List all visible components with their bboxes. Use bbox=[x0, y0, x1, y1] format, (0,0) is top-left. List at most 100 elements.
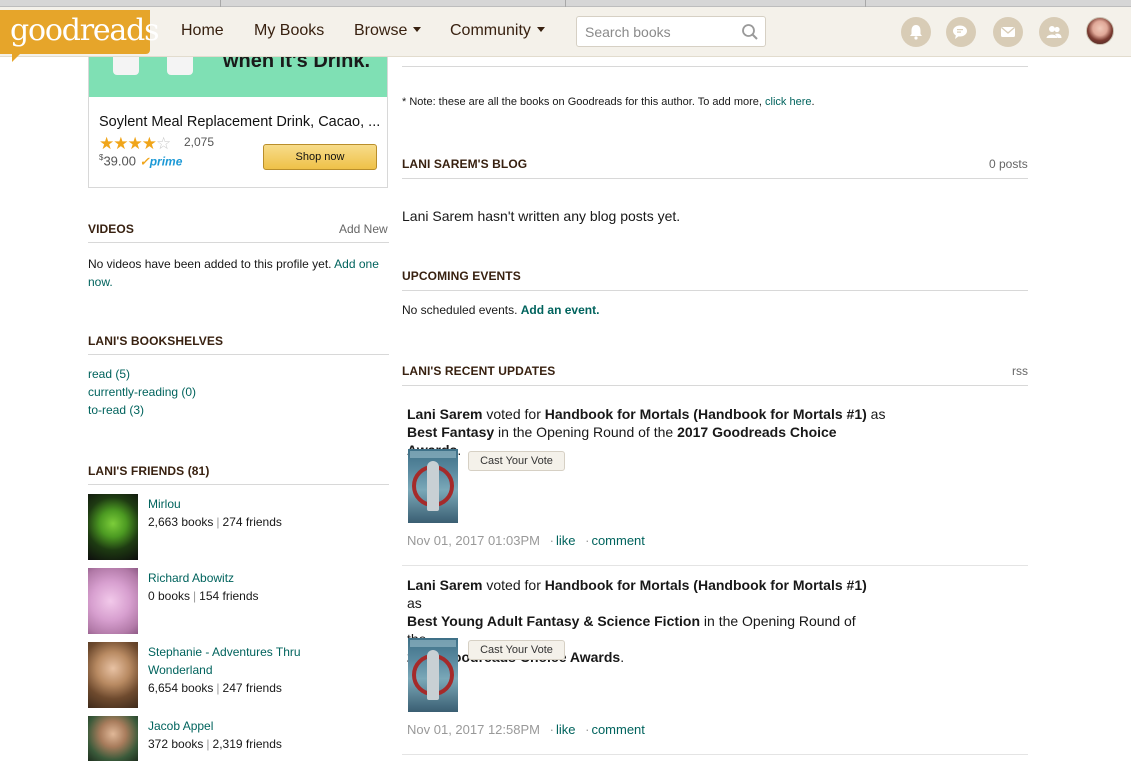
update-book-link[interactable]: Handbook for Mortals (Handbook for Morta… bbox=[545, 406, 867, 422]
ad-tagline: when it's Drink. bbox=[223, 57, 371, 72]
product-bottle bbox=[113, 57, 139, 75]
update-verb: voted for bbox=[482, 577, 545, 593]
update-timestamp[interactable]: Nov 01, 2017 01:03PM bbox=[407, 533, 540, 548]
add-event-link[interactable]: Add an event. bbox=[521, 303, 600, 317]
friend-name-link[interactable]: Mirlou bbox=[148, 495, 181, 513]
friend-name-line: Stephanie - Adventures Thru bbox=[148, 645, 301, 659]
book-cover[interactable] bbox=[408, 638, 458, 712]
chevron-down-icon bbox=[536, 27, 545, 32]
tab-divider bbox=[220, 0, 221, 7]
friend-avatar[interactable] bbox=[88, 568, 138, 634]
like-link[interactable]: like bbox=[556, 722, 576, 737]
shop-now-button[interactable]: Shop now bbox=[263, 144, 377, 170]
tab-divider bbox=[865, 0, 866, 7]
videos-heading: VIDEOS bbox=[88, 222, 134, 236]
friend-books-count: 2,663 books bbox=[148, 515, 214, 529]
friend-avatar[interactable] bbox=[88, 494, 138, 560]
update-category-link[interactable]: Best Young Adult Fantasy & Science Ficti… bbox=[407, 613, 700, 629]
empty-star: ☆ bbox=[155, 134, 171, 153]
nav-my-books-label: My Books bbox=[254, 22, 325, 39]
update-text: . bbox=[620, 649, 625, 665]
note-text: * Note: these are all the books on Goodr… bbox=[402, 96, 766, 108]
search-box bbox=[576, 16, 766, 47]
prime-badge: ✓prime bbox=[139, 154, 183, 169]
events-heading: UPCOMING EVENTS bbox=[402, 269, 521, 283]
nav-community[interactable]: Community bbox=[450, 22, 545, 40]
shelf-currently-reading-link[interactable]: currently-reading (0) bbox=[88, 385, 196, 399]
ad-rating-count: 2,075 bbox=[184, 135, 215, 149]
friend-books-count: 0 books bbox=[148, 589, 191, 603]
friend-stats: 6,654 books | 247 friends bbox=[148, 681, 282, 695]
cast-vote-button[interactable]: Cast Your Vote bbox=[468, 640, 565, 660]
nav-browse[interactable]: Browse bbox=[354, 22, 422, 40]
update-user-link[interactable]: Lani Sarem bbox=[407, 406, 482, 422]
tab-divider bbox=[565, 0, 566, 7]
blog-empty-text: Lani Sarem hasn't written any blog posts… bbox=[402, 208, 681, 224]
logo-tail bbox=[12, 54, 20, 62]
update-timestamp[interactable]: Nov 01, 2017 12:58PM bbox=[407, 722, 540, 737]
ad-banner-image: when it's Drink. bbox=[89, 57, 387, 97]
product-bottle bbox=[167, 57, 193, 75]
friend-name-link[interactable]: Richard Abowitz bbox=[148, 569, 234, 587]
update-meta: Nov 01, 2017 12:58PM · like · comment bbox=[407, 722, 645, 737]
section-divider bbox=[88, 242, 389, 243]
sponsored-product-ad[interactable]: when it's Drink. Soylent Meal Replacemen… bbox=[88, 57, 388, 188]
update-text: as bbox=[866, 406, 886, 422]
friend-name-link[interactable]: Stephanie - Adventures Thru Wonderland bbox=[148, 643, 301, 679]
discussions-icon[interactable] bbox=[946, 17, 976, 47]
update-book-link[interactable]: Handbook for Mortals (Handbook for Morta… bbox=[545, 577, 867, 593]
cast-vote-button[interactable]: Cast Your Vote bbox=[468, 451, 565, 471]
events-empty-message: No scheduled events. bbox=[402, 303, 518, 317]
friend-friends-count: 154 friends bbox=[199, 589, 259, 603]
friend-stats: 2,663 books | 274 friends bbox=[148, 515, 282, 529]
comment-link[interactable]: comment bbox=[591, 533, 644, 548]
profile-avatar[interactable] bbox=[1086, 17, 1114, 45]
update-text: in the Opening Round of the bbox=[494, 424, 678, 440]
friend-avatar[interactable] bbox=[88, 642, 138, 708]
friend-name-link[interactable]: Jacob Appel bbox=[148, 717, 213, 735]
comment-link[interactable]: comment bbox=[591, 722, 644, 737]
ad-rating-stars: ★★★★☆ bbox=[99, 134, 171, 154]
ad-product-title[interactable]: Soylent Meal Replacement Drink, Cacao, .… bbox=[99, 114, 380, 130]
site-header: goodreads Home My Books Browse Community bbox=[0, 7, 1131, 62]
friend-avatar[interactable] bbox=[88, 716, 138, 761]
friend-stats: 0 books | 154 friends bbox=[148, 589, 259, 603]
add-new-video-link[interactable]: Add New bbox=[339, 222, 388, 236]
section-divider bbox=[88, 354, 389, 355]
author-books-note: * Note: these are all the books on Goodr… bbox=[402, 96, 815, 108]
friend-friends-count: 2,319 friends bbox=[212, 737, 282, 751]
friends-icon[interactable] bbox=[1039, 17, 1069, 47]
blog-post-count[interactable]: 0 posts bbox=[989, 157, 1028, 171]
shelf-to-read-link[interactable]: to-read (3) bbox=[88, 403, 144, 417]
friend-friends-count: 247 friends bbox=[222, 681, 282, 695]
update-category-link[interactable]: Best Fantasy bbox=[407, 424, 494, 440]
videos-empty-message: No videos have been added to this profil… bbox=[88, 257, 332, 271]
click-here-link[interactable]: click here bbox=[765, 96, 811, 108]
section-divider bbox=[402, 66, 1028, 67]
update-verb: voted for bbox=[482, 406, 545, 422]
browser-tab-strip bbox=[0, 0, 1131, 7]
nav-home[interactable]: Home bbox=[181, 22, 224, 40]
friend-books-count: 372 books bbox=[148, 737, 204, 751]
note-end: . bbox=[811, 96, 815, 108]
book-cover[interactable] bbox=[408, 449, 458, 523]
shelf-read-link[interactable]: read (5) bbox=[88, 367, 130, 381]
rss-link[interactable]: rss bbox=[1012, 364, 1028, 378]
messages-icon[interactable] bbox=[993, 17, 1023, 47]
updates-heading: LANI'S RECENT UPDATES bbox=[402, 364, 556, 378]
update-user-link[interactable]: Lani Sarem bbox=[407, 577, 482, 593]
search-icon[interactable] bbox=[741, 23, 759, 41]
videos-empty-text: No videos have been added to this profil… bbox=[88, 255, 388, 291]
blog-heading: LANI SAREM'S BLOG bbox=[402, 157, 528, 171]
section-divider bbox=[402, 178, 1028, 179]
friend-friends-count: 274 friends bbox=[222, 515, 282, 529]
section-divider bbox=[88, 484, 389, 485]
friend-stats: 372 books | 2,319 friends bbox=[148, 737, 282, 751]
like-link[interactable]: like bbox=[556, 533, 576, 548]
goodreads-logo[interactable]: goodreads bbox=[0, 10, 160, 62]
notifications-icon[interactable] bbox=[901, 17, 931, 47]
nav-my-books[interactable]: My Books bbox=[254, 22, 324, 40]
search-input[interactable] bbox=[585, 23, 735, 41]
chevron-down-icon bbox=[413, 27, 422, 32]
logo-text: goodreads bbox=[10, 13, 160, 48]
